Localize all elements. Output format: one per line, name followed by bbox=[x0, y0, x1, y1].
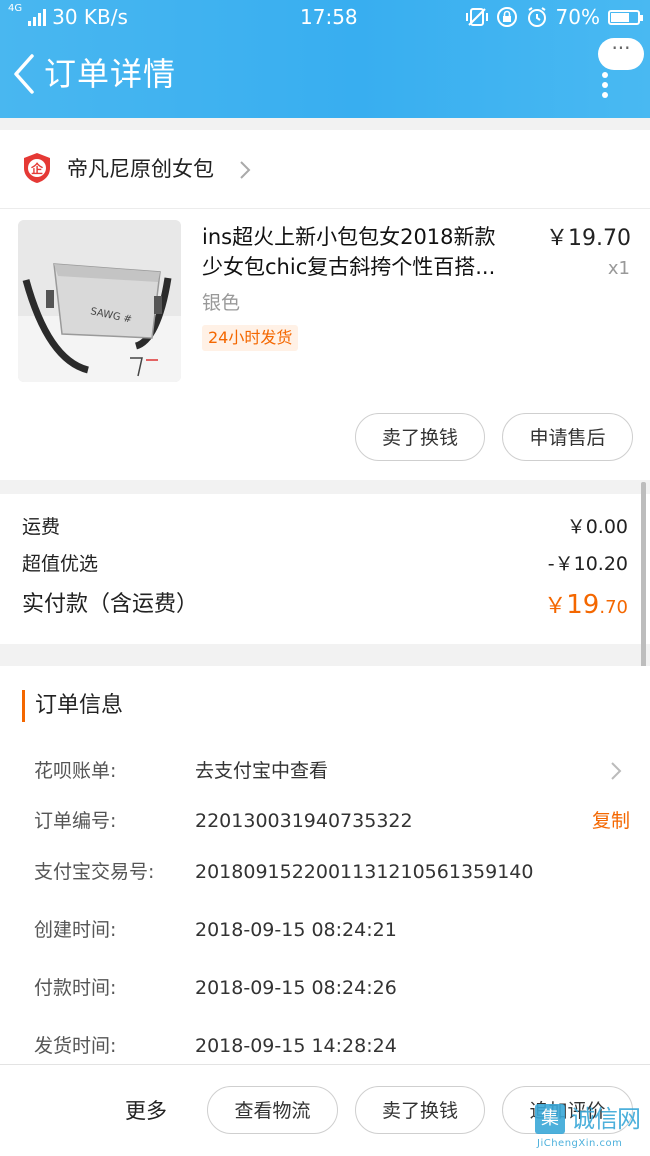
sell-for-cash-button[interactable]: 卖了换钱 bbox=[355, 1086, 485, 1134]
order-number: 220130031940735322 bbox=[195, 810, 413, 832]
order-info-title: 订单信息 bbox=[22, 690, 123, 722]
alipay-trade-row: 支付宝交易号: 2018091522001131210561359140 bbox=[34, 852, 630, 892]
watermark: 集 诚信网 JiChengXin.com bbox=[535, 1104, 647, 1154]
more-menu-button[interactable]: ··· bbox=[598, 38, 644, 70]
total-label: 实付款（含运费） bbox=[22, 592, 199, 617]
battery-percent: 70% bbox=[555, 5, 600, 29]
network-type: 4G bbox=[8, 3, 23, 14]
more-actions-button[interactable]: 更多 bbox=[125, 1089, 167, 1133]
copy-button[interactable]: 复制 bbox=[592, 801, 630, 841]
total-row: 实付款（含运费） ￥19.70 bbox=[22, 588, 628, 620]
info-label: 支付宝交易号: bbox=[34, 861, 155, 883]
alipay-trade-number: 2018091522001131210561359140 bbox=[195, 861, 534, 883]
vibrate-icon bbox=[465, 8, 488, 26]
shipping-fee-label: 运费 bbox=[22, 516, 61, 538]
sell-for-cash-button[interactable]: 卖了换钱 bbox=[355, 413, 485, 461]
shipping-fee-row: 运费 ￥0.00 bbox=[22, 512, 628, 542]
discount-label: 超值优选 bbox=[22, 553, 99, 575]
total-currency: ￥ bbox=[544, 594, 567, 619]
clock: 17:58 bbox=[300, 5, 358, 29]
shop-logo-text: 企 bbox=[30, 161, 44, 176]
view-logistics-button[interactable]: 查看物流 bbox=[207, 1086, 338, 1134]
battery-icon bbox=[608, 9, 643, 25]
created-time: 2018-09-15 08:24:21 bbox=[195, 919, 397, 941]
shipped-time-row: 发货时间: 2018-09-15 14:28:24 bbox=[34, 1026, 630, 1066]
order-info-section: 订单信息 花呗账单: 去支付宝中查看 订单编号: 220130031940735… bbox=[0, 666, 650, 1064]
paid-time-row: 付款时间: 2018-09-15 08:24:26 bbox=[34, 968, 630, 1008]
product-card: 企 帝凡尼原创女包 SAWG # ins超火上新小包包女2018新款 少女包ch… bbox=[0, 130, 650, 480]
order-number-row: 订单编号: 220130031940735322 复制 bbox=[34, 801, 630, 841]
huabei-bill-row[interactable]: 花呗账单: 去支付宝中查看 bbox=[34, 751, 630, 791]
network-speed: 30 KB/s bbox=[52, 5, 128, 29]
product-spec: 银色 bbox=[202, 292, 241, 314]
alarm-icon bbox=[527, 7, 546, 27]
after-sales-button[interactable]: 申请售后 bbox=[502, 413, 633, 461]
shipped-time: 2018-09-15 14:28:24 bbox=[195, 1035, 397, 1057]
watermark-logo: 集 bbox=[535, 1104, 565, 1134]
discount-value: -￥10.20 bbox=[547, 553, 628, 575]
shop-name[interactable]: 帝凡尼原创女包 bbox=[67, 154, 214, 184]
info-label: 订单编号: bbox=[34, 810, 117, 832]
signal-icon bbox=[28, 8, 47, 26]
shipping-tag: 24小时发货 bbox=[202, 325, 299, 351]
page-title: 订单详情 bbox=[44, 55, 177, 93]
product-title-line2: 少女包chic复古斜挎个性百搭... bbox=[202, 255, 496, 279]
info-label: 花呗账单: bbox=[34, 760, 117, 782]
chevron-right-icon[interactable] bbox=[610, 761, 622, 781]
info-label: 创建时间: bbox=[34, 919, 117, 941]
product-title-line1: ins超火上新小包包女2018新款 bbox=[202, 225, 496, 249]
app-header: 4G 30 KB/s 17:58 70% 订单详情 ··· bbox=[0, 0, 650, 118]
overflow-dots-icon[interactable] bbox=[602, 72, 610, 98]
total-decimal: .70 bbox=[599, 597, 628, 618]
status-bar: 4G 30 KB/s 17:58 70% bbox=[0, 0, 650, 34]
product-quantity: x1 bbox=[607, 258, 630, 279]
chevron-right-icon[interactable] bbox=[238, 159, 252, 181]
total-integer: 19 bbox=[566, 590, 600, 620]
info-label: 付款时间: bbox=[34, 977, 117, 999]
shipping-fee-value: ￥0.00 bbox=[566, 516, 628, 538]
product-image[interactable]: SAWG # bbox=[18, 220, 181, 382]
discount-row: 超值优选 -￥10.20 bbox=[22, 549, 628, 579]
product-title[interactable]: ins超火上新小包包女2018新款 少女包chic复古斜挎个性百搭... bbox=[202, 222, 532, 282]
created-time-row: 创建时间: 2018-09-15 08:24:21 bbox=[34, 910, 630, 950]
watermark-url: JiChengXin.com bbox=[537, 1138, 623, 1149]
paid-time: 2018-09-15 08:24:26 bbox=[195, 977, 397, 999]
enterprise-shop-icon: 企 bbox=[24, 153, 50, 183]
fee-summary: 运费 ￥0.00 超值优选 -￥10.20 实付款（含运费） ￥19.70 bbox=[0, 494, 650, 644]
shop-row[interactable]: 企 帝凡尼原创女包 bbox=[0, 130, 650, 209]
product-price: ￥19.70 bbox=[546, 226, 631, 251]
total-value: ￥19.70 bbox=[544, 588, 628, 625]
info-label: 发货时间: bbox=[34, 1035, 117, 1057]
watermark-text: 诚信网 bbox=[571, 1105, 641, 1133]
back-arrow-icon[interactable] bbox=[10, 50, 40, 98]
info-value[interactable]: 去支付宝中查看 bbox=[195, 751, 328, 791]
rotation-lock-icon bbox=[496, 7, 517, 27]
